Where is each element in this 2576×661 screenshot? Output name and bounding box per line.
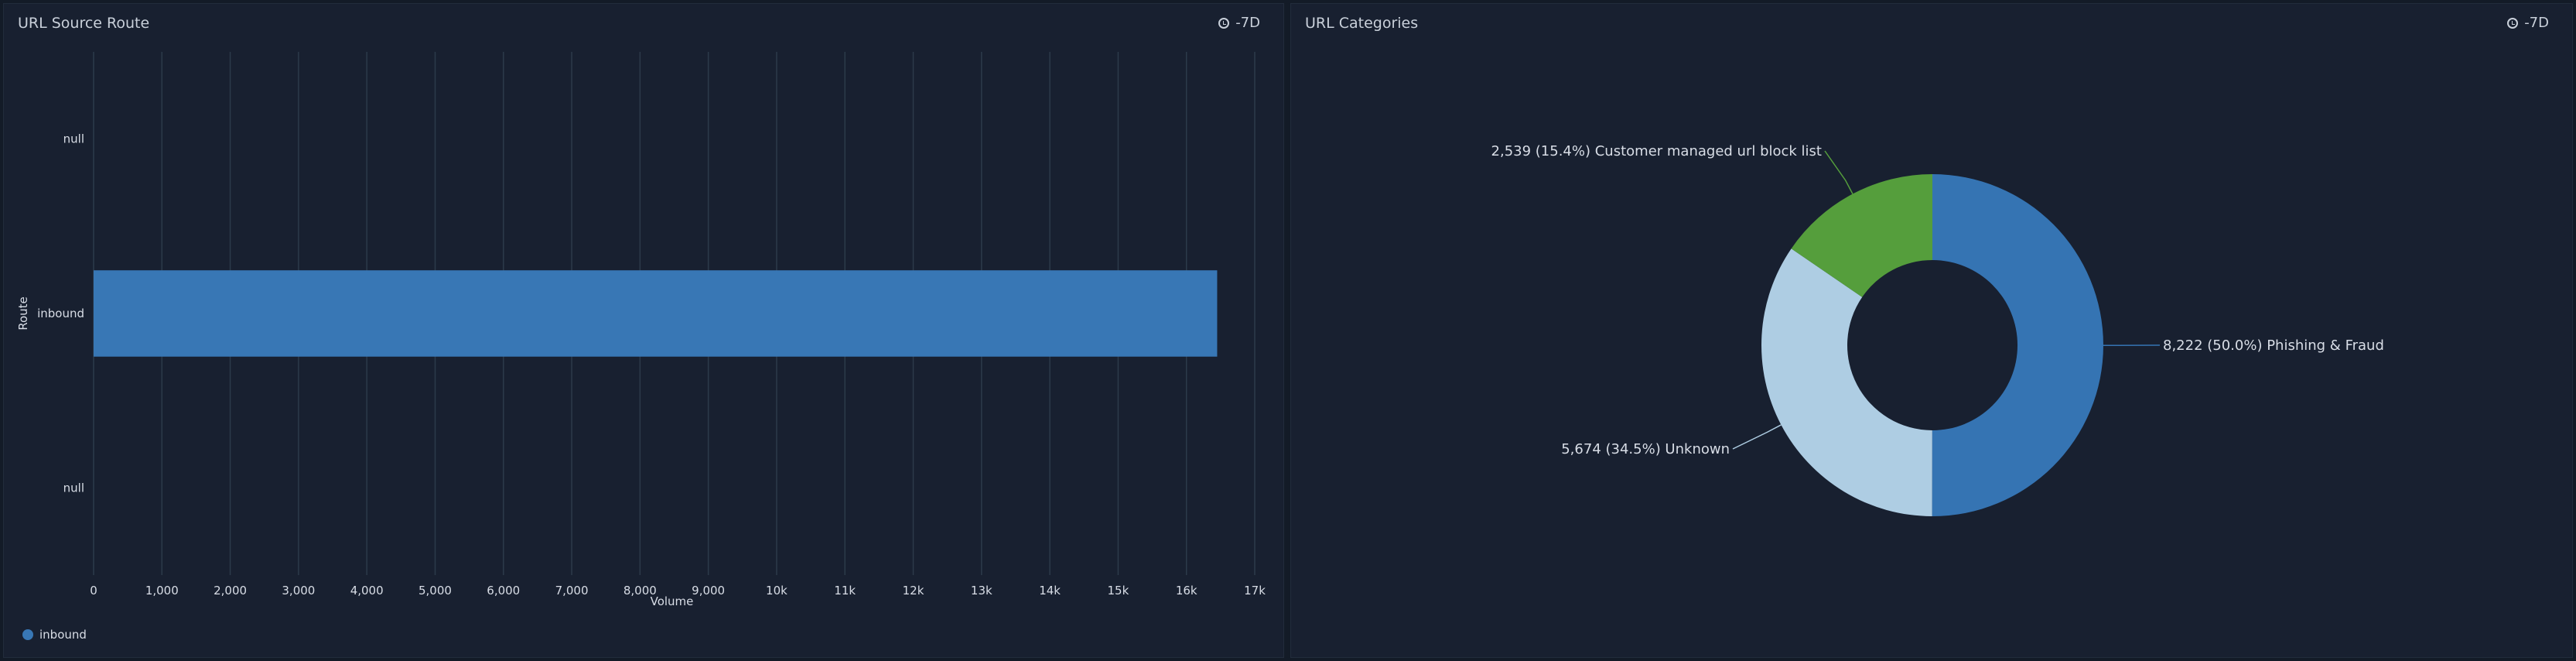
x-tick-label: 4,000 xyxy=(350,584,384,598)
leader-line xyxy=(1824,150,1853,194)
chart-legend[interactable]: inbound xyxy=(22,628,87,642)
x-tick-label: 16k xyxy=(1176,584,1197,598)
legend-swatch xyxy=(22,629,33,640)
leader-line xyxy=(1732,424,1782,450)
x-tick-label: 3,000 xyxy=(282,584,315,598)
x-tick-label: 7,000 xyxy=(555,584,589,598)
url-categories-panel: URL Categories -7D 8,222 (50.0%) Phishin… xyxy=(1290,3,2573,658)
y-tick-label: null xyxy=(63,481,84,495)
bar-chart: 0 1,000 2,000 3,000 4,000 5,000 6,000 7,000 8,00… xyxy=(16,52,1266,608)
x-tick-label: 6,000 xyxy=(487,584,520,598)
x-tick-label: 13k xyxy=(971,584,992,598)
bar-inbound xyxy=(94,270,1218,357)
donut-slice xyxy=(1932,174,2103,517)
x-tick-label: 12k xyxy=(903,584,924,598)
y-axis-label: Route xyxy=(16,296,30,330)
y-tick-label: inbound xyxy=(37,307,84,320)
x-tick-label: 0 xyxy=(90,584,97,598)
x-tick-label: 15k xyxy=(1108,584,1129,598)
slice-label: 2,539 (15.4%) Customer managed url block… xyxy=(1491,143,1822,159)
x-tick-label: 14k xyxy=(1039,584,1061,598)
x-axis-label: Volume xyxy=(651,594,694,608)
slice-label: 5,674 (34.5%) Unknown xyxy=(1561,441,1730,457)
slice-label: 8,222 (50.0%) Phishing & Fraud xyxy=(2163,337,2384,354)
x-tick-label: 5,000 xyxy=(419,584,452,598)
x-tick-label: 10k xyxy=(766,584,787,598)
x-tick-label: 2,000 xyxy=(214,584,247,598)
x-tick-label: 11k xyxy=(834,584,856,598)
donut-slice xyxy=(1761,248,1932,516)
x-tick-label: 9,000 xyxy=(692,584,725,598)
url-source-route-panel: URL Source Route -7D 0 1,000 2,000 3,000 4,0… xyxy=(3,3,1284,658)
x-tick-label: 1,000 xyxy=(145,584,179,598)
x-tick-label: 17k xyxy=(1244,584,1266,598)
y-tick-label: null xyxy=(63,132,84,146)
legend-label: inbound xyxy=(39,628,87,642)
donut-chart: 8,222 (50.0%) Phishing & Fraud 5,674 (34.… xyxy=(1491,143,2384,517)
